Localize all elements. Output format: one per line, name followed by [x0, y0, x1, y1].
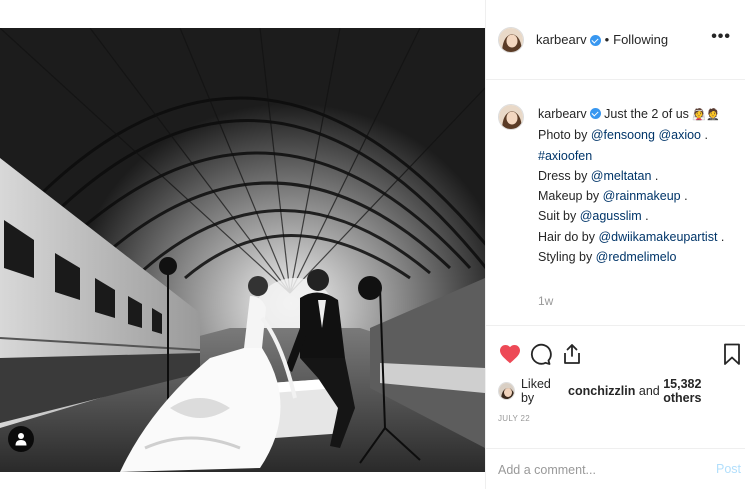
post-header: karbearv • Following •••	[486, 0, 745, 80]
mention-rainmakeup[interactable]: @rainmakeup	[603, 189, 681, 203]
mention-dwiikamakeupartist[interactable]: @dwiikamakeupartist	[598, 230, 717, 244]
likes-summary: Liked by conchizzlin and 15,382 others	[498, 377, 738, 405]
caption-timestamp[interactable]: 1w	[538, 291, 738, 311]
likes-connector: and	[638, 384, 660, 398]
post-media-area	[0, 0, 485, 489]
makeup-credit-suffix: .	[680, 189, 688, 204]
share-icon[interactable]	[560, 340, 584, 368]
mention-fensoong[interactable]: @fensoong	[591, 128, 655, 142]
comment-icon[interactable]	[528, 340, 552, 368]
dress-credit-label: Dress by	[538, 168, 591, 183]
post-photo[interactable]	[0, 28, 485, 472]
caption-line-suit: Suit by @agusslim .	[538, 206, 738, 226]
more-options-icon[interactable]: •••	[711, 28, 731, 46]
comment-input[interactable]	[498, 460, 698, 480]
post-caption: karbearv Just the 2 of us 👰🤵 Photo by @f…	[498, 104, 738, 312]
post-date[interactable]: JULY 22	[498, 414, 530, 423]
caption-text: Just the 2 of us	[604, 107, 689, 121]
liker-username[interactable]: conchizzlin	[568, 384, 635, 398]
mention-meltatan[interactable]: @meltatan	[591, 169, 652, 183]
likes-count[interactable]: 15,382 others	[663, 377, 738, 405]
action-bar	[498, 340, 744, 372]
mention-redmelimelo[interactable]: @redmelimelo	[596, 250, 677, 264]
caption-line-styling: Styling by @redmelimelo	[538, 247, 738, 267]
makeup-credit-label: Makeup by	[538, 189, 603, 204]
follow-status-button[interactable]: Following	[613, 32, 668, 47]
caption-body: karbearv Just the 2 of us 👰🤵 Photo by @f…	[538, 104, 738, 267]
comment-divider	[486, 448, 745, 449]
caption-line-photo: Photo by @fensoong @axioo .	[538, 125, 738, 145]
header-avatar[interactable]	[498, 26, 524, 53]
header-username[interactable]: karbearv	[536, 32, 587, 47]
dress-credit-suffix: .	[651, 168, 659, 183]
header-separator: •	[604, 32, 610, 47]
mention-axioo[interactable]: @axioo	[658, 128, 701, 142]
caption-line-dress: Dress by @meltatan .	[538, 166, 738, 186]
caption-avatar[interactable]	[498, 104, 524, 130]
post-side-panel: karbearv • Following ••• karbearv Just t…	[486, 0, 745, 489]
photo-credit-suffix: .	[701, 128, 708, 143]
couple-emoji-icon: 👰🤵	[692, 109, 720, 121]
caption-line-makeup: Makeup by @rainmakeup .	[538, 186, 738, 206]
liker-avatar[interactable]	[498, 382, 515, 400]
actions-divider	[486, 325, 745, 326]
post-comment-button[interactable]: Post	[716, 462, 741, 476]
verified-badge-icon	[589, 35, 601, 46]
photo-credit-label: Photo by	[538, 128, 591, 143]
suit-credit-label: Suit by	[538, 209, 580, 224]
caption-line-hair: Hair do by @dwiikamakeupartist .	[538, 227, 738, 247]
caption-line-title: karbearv Just the 2 of us 👰🤵	[538, 104, 738, 125]
bookmark-icon[interactable]	[720, 340, 744, 368]
caption-username[interactable]: karbearv	[538, 107, 587, 121]
likes-prefix: Liked by	[520, 377, 551, 405]
caption-verified-icon	[589, 108, 601, 119]
wedding-photo-illustration	[0, 28, 485, 472]
heart-icon[interactable]	[498, 340, 522, 368]
hair-credit-label: Hair do by	[538, 229, 599, 244]
user-tag-icon[interactable]	[8, 426, 34, 452]
styling-credit-label: Styling by	[538, 250, 596, 265]
hair-credit-suffix: .	[717, 229, 725, 244]
caption-line-hashtag: #axioofen	[538, 146, 738, 166]
suit-credit-suffix: .	[641, 209, 649, 224]
mention-agusslim[interactable]: @agusslim	[580, 209, 642, 223]
hashtag-axioofen[interactable]: #axioofen	[538, 149, 592, 163]
